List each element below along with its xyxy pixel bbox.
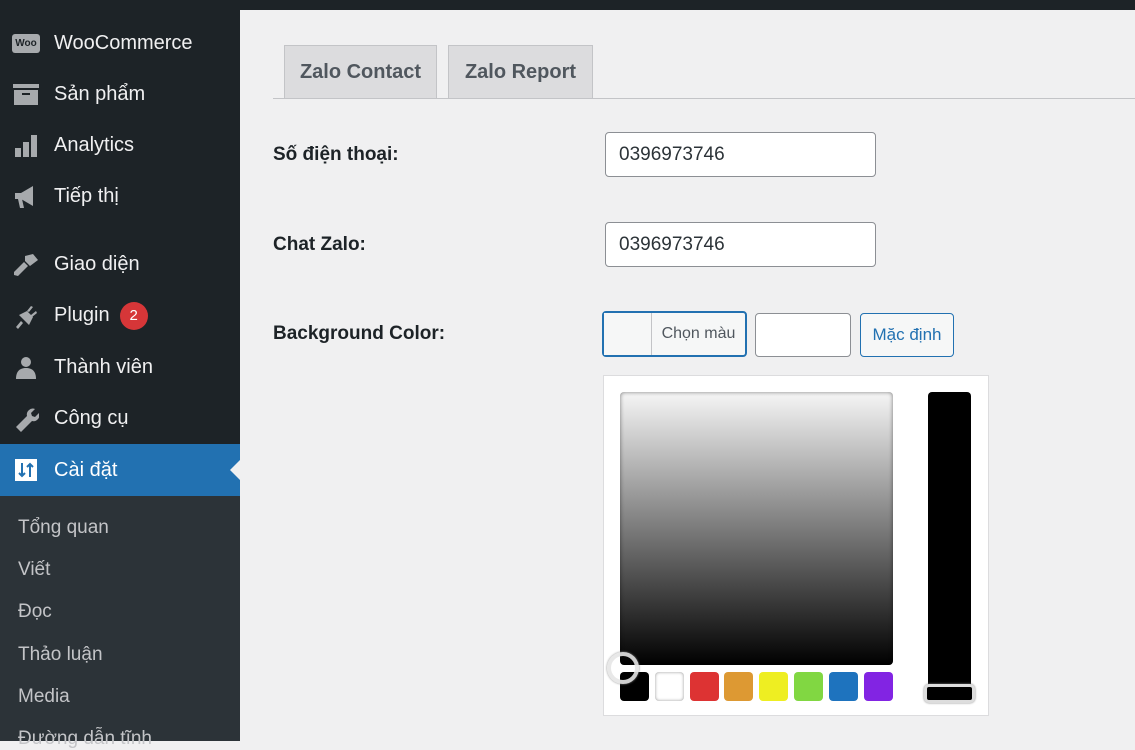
hue-slider-handle[interactable] (924, 684, 975, 703)
settings-icon (12, 458, 40, 482)
select-color-button[interactable]: Chọn màu (602, 311, 747, 357)
color-handle[interactable] (607, 652, 639, 684)
wrench-icon (12, 407, 40, 432)
palette-swatch[interactable] (863, 672, 893, 701)
saturation-square[interactable] (620, 392, 893, 665)
menu-label: Tiếp thị (54, 185, 119, 207)
menu-label: Sản phẩm (54, 83, 146, 105)
admin-sidebar: Woo WooCommerce Sản phẩm Analytics Tiếp t… (0, 0, 240, 749)
menu-settings[interactable]: Cài đặt (0, 444, 240, 496)
submenu-general[interactable]: Tổng quan (18, 517, 109, 539)
menu-label: Công cụ (54, 407, 129, 429)
palette-swatch[interactable] (654, 672, 684, 701)
archive-icon (12, 83, 40, 107)
palette-swatch[interactable] (724, 672, 754, 701)
menu-tools[interactable]: Công cụ (0, 393, 240, 444)
color-picker (603, 375, 989, 716)
menu-marketing[interactable]: Tiếp thị (0, 171, 240, 222)
phone-input[interactable]: 0396973746 (605, 132, 876, 177)
menu-users[interactable]: Thành viên (0, 342, 240, 393)
select-color-label: Chọn màu (661, 325, 736, 342)
hue-slider[interactable] (928, 392, 971, 702)
settings-submenu: Tổng quan Viết Đọc Thảo luận Media Đường… (0, 496, 240, 749)
phone-label: Số điện thoại: (273, 144, 399, 165)
chat-zalo-input[interactable]: 0396973746 (605, 222, 876, 267)
menu-analytics[interactable]: Analytics (0, 120, 240, 171)
menu-label: WooCommerce (54, 32, 193, 54)
menu-plugins[interactable]: Plugin 2 (0, 290, 240, 341)
tab-zalo-contact[interactable]: Zalo Contact (284, 45, 437, 99)
menu-label: Analytics (54, 134, 135, 156)
tab-divider (273, 98, 1135, 99)
tab-zalo-report[interactable]: Zalo Report (448, 45, 593, 99)
plugin-icon (12, 304, 40, 329)
submenu-media[interactable]: Media (18, 686, 70, 708)
user-icon (12, 356, 40, 380)
submenu-reading[interactable]: Đọc (18, 601, 52, 623)
woo-icon: Woo (12, 32, 40, 56)
menu-label: Cài đặt (54, 458, 118, 481)
menu-appearance[interactable]: Giao diện (0, 239, 240, 290)
submenu-writing[interactable]: Viết (18, 559, 50, 581)
menu-label: Thành viên (54, 356, 153, 378)
submenu-discussion[interactable]: Thảo luận (18, 644, 103, 666)
chat-zalo-label: Chat Zalo: (273, 234, 366, 255)
hex-color-input[interactable] (755, 313, 851, 357)
current-color-swatch (604, 313, 652, 355)
menu-label: Giao diện (54, 253, 140, 275)
palette-swatch[interactable] (759, 672, 789, 701)
default-color-button[interactable]: Mặc định (860, 313, 954, 357)
bar-chart-icon (12, 134, 40, 158)
paintbrush-icon (12, 253, 40, 277)
update-count-badge: 2 (119, 301, 148, 330)
menu-label: Plugin (54, 304, 110, 326)
background-color-label: Background Color: (273, 323, 446, 344)
submenu-permalinks[interactable]: Đường dẫn tĩnh (18, 728, 152, 750)
menu-products[interactable]: Sản phẩm (0, 69, 240, 120)
palette-swatch[interactable] (794, 672, 823, 701)
menu-woocommerce[interactable]: Woo WooCommerce (0, 18, 240, 69)
palette-swatch[interactable] (828, 672, 858, 701)
palette-swatch[interactable] (689, 672, 719, 701)
megaphone-icon (12, 185, 40, 209)
